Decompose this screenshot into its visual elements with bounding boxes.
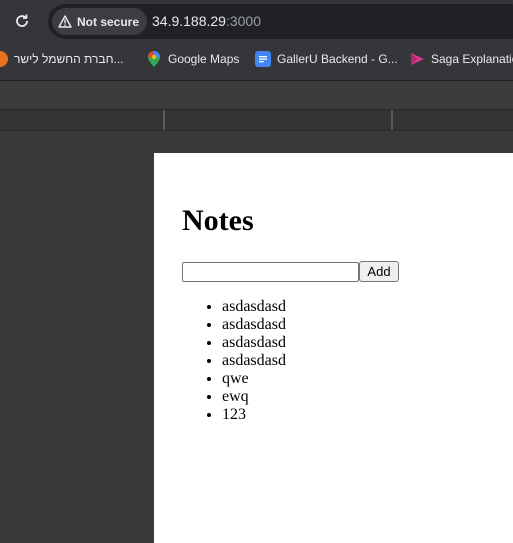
- bookmark-galleru-backend[interactable]: GallerU Backend - G...: [255, 51, 398, 67]
- ruler-divider[interactable]: [391, 110, 393, 130]
- docs-icon: [255, 51, 271, 67]
- add-button[interactable]: Add: [359, 261, 399, 282]
- list-item: asdasdasd: [222, 298, 286, 316]
- page-viewport: Notes Add asdasdasd asdasdasd asdasdasd …: [0, 131, 513, 543]
- bookmark-label: Saga Explanation: [431, 52, 513, 66]
- devtools-toolbar: [0, 81, 513, 110]
- bookmark-saga-explanation[interactable]: Saga Explanation: [409, 51, 513, 67]
- play-icon: [409, 51, 425, 67]
- bookmarks-bar: חברת החשמל לישר... Google Maps GallerU B…: [0, 43, 513, 81]
- page-content: Notes Add asdasdasd asdasdasd asdasdasd …: [154, 153, 513, 543]
- bookmark-label: חברת החשמל לישר...: [14, 52, 124, 66]
- bookmark-label: GallerU Backend - G...: [277, 52, 398, 66]
- browser-toolbar: Not secure 34.9.188.29:3000: [0, 0, 513, 43]
- list-item: ewq: [222, 388, 286, 406]
- notes-list: asdasdasd asdasdasd asdasdasd asdasdasd …: [182, 298, 286, 424]
- list-item: asdasdasd: [222, 316, 286, 334]
- address-bar[interactable]: Not secure 34.9.188.29:3000: [48, 4, 513, 39]
- url-host: 34.9.188.29: [152, 13, 226, 29]
- page-title: Notes: [182, 204, 254, 237]
- reload-icon[interactable]: [12, 11, 32, 31]
- list-item: 123: [222, 406, 286, 424]
- bookmark-google-maps[interactable]: Google Maps: [146, 51, 239, 67]
- list-item: asdasdasd: [222, 334, 286, 352]
- list-item: asdasdasd: [222, 352, 286, 370]
- globe-orange-icon: [0, 51, 8, 67]
- security-label: Not secure: [77, 14, 140, 29]
- url-port: :3000: [225, 13, 262, 29]
- list-item: qwe: [222, 370, 286, 388]
- security-chip[interactable]: Not secure: [52, 8, 148, 35]
- warning-triangle-icon: [58, 15, 72, 28]
- bookmark-label: Google Maps: [168, 52, 240, 66]
- devtools-ruler: [0, 110, 513, 131]
- maps-pin-icon: [146, 51, 162, 67]
- ruler-divider[interactable]: [163, 110, 165, 130]
- note-input[interactable]: [182, 262, 359, 282]
- url-text[interactable]: 34.9.188.29:3000: [152, 13, 261, 29]
- bookmark-electric-company[interactable]: חברת החשמל לישר...: [0, 51, 124, 67]
